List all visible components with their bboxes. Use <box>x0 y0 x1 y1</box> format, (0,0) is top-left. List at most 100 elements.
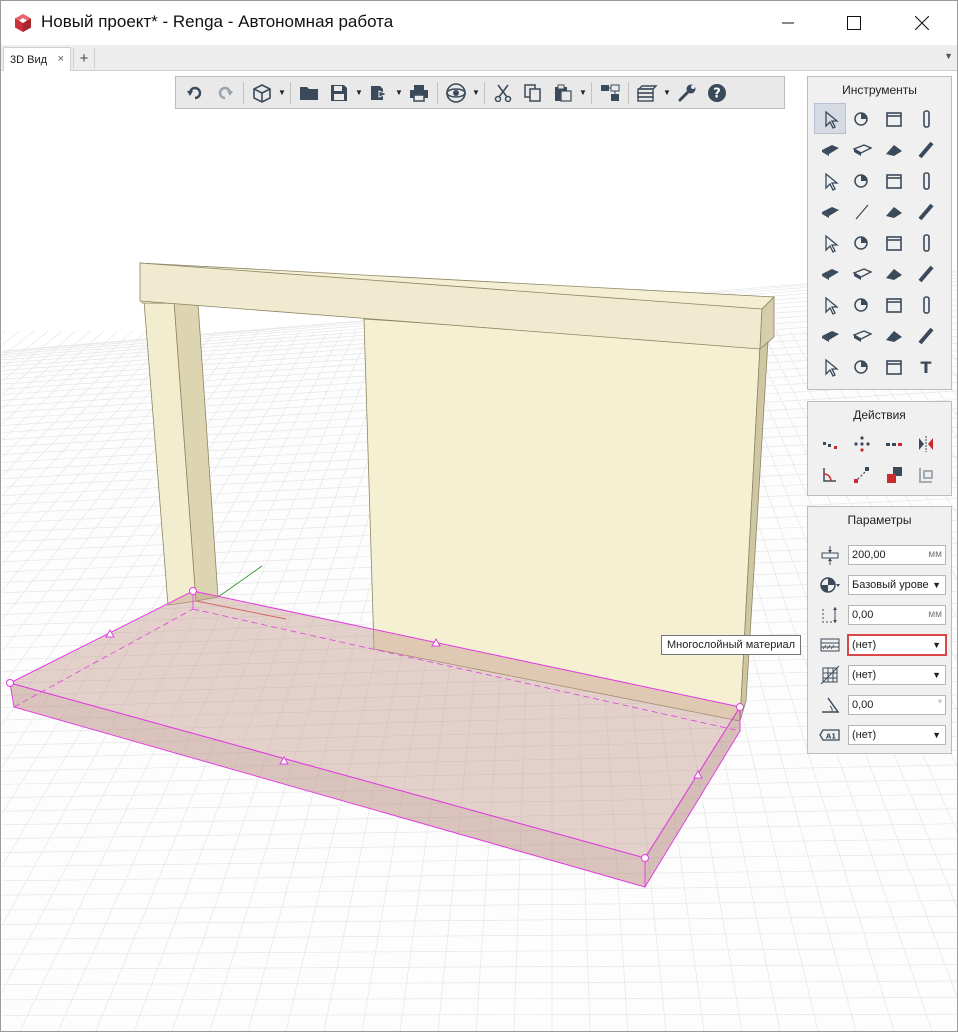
tool-room[interactable] <box>878 103 910 134</box>
tool-electrical-device[interactable] <box>878 289 910 320</box>
properties-button[interactable] <box>595 79 625 107</box>
tool-duct-fitting[interactable] <box>878 227 910 258</box>
view-dropdown-chevron-icon[interactable]: ▼ <box>277 79 287 107</box>
paste-button[interactable] <box>548 79 578 107</box>
tool-wall[interactable] <box>846 134 878 165</box>
view-cube-button[interactable] <box>247 79 277 107</box>
action-move[interactable] <box>814 428 846 459</box>
select-icon <box>825 110 839 129</box>
tool-text[interactable]: T <box>910 351 942 382</box>
tool-plumbing-fixture[interactable] <box>814 227 846 258</box>
electrical-device-icon <box>886 297 902 313</box>
tab-menu-chevron-icon[interactable]: ▼ <box>944 51 953 61</box>
elevator-icon <box>822 330 839 342</box>
close-window-button[interactable] <box>887 1 957 45</box>
action-transform[interactable] <box>910 459 942 490</box>
export-icon <box>371 85 389 100</box>
tool-lighting[interactable] <box>846 289 878 320</box>
tool-equipment[interactable] <box>878 196 910 227</box>
cut-button[interactable] <box>488 79 518 107</box>
tool-annotation[interactable] <box>846 103 878 134</box>
hatch-icon <box>886 359 902 375</box>
tool-duct-segment[interactable] <box>910 258 942 289</box>
style-select[interactable]: (нет) ▼ <box>848 665 946 685</box>
action-rotate[interactable] <box>846 428 878 459</box>
tool-select[interactable] <box>814 103 846 134</box>
tool-opening[interactable] <box>910 320 942 351</box>
copy-button[interactable] <box>518 79 548 107</box>
tool-assembly[interactable] <box>878 320 910 351</box>
add-tab-button[interactable]: + <box>73 48 95 68</box>
tool-mechanical-equipment[interactable] <box>846 227 878 258</box>
redo-button[interactable] <box>210 79 240 107</box>
maximize-button[interactable] <box>819 1 889 45</box>
settings-button[interactable] <box>672 79 702 107</box>
orbit-button[interactable] <box>441 79 471 107</box>
action-split[interactable] <box>878 459 910 490</box>
thickness-input[interactable]: 200,00 мм <box>848 545 946 565</box>
slab-vertex-handle[interactable] <box>736 703 744 711</box>
tab-close-icon[interactable]: × <box>58 53 64 65</box>
offset-input[interactable]: 0,00 мм <box>848 605 946 625</box>
tool-electrical-panel[interactable] <box>910 289 942 320</box>
help-button[interactable]: ? <box>702 79 732 107</box>
action-trim[interactable] <box>814 459 846 490</box>
export-dropdown-chevron-icon[interactable]: ▼ <box>394 79 404 107</box>
text-icon: T <box>921 358 932 377</box>
undo-button[interactable] <box>180 79 210 107</box>
layered-material-select[interactable]: (нет) ▼ <box>847 634 947 656</box>
tab-3d-view[interactable]: 3D Вид × <box>3 47 71 71</box>
tool-pipe[interactable] <box>910 227 942 258</box>
mark-select[interactable]: (нет) ▼ <box>848 725 946 745</box>
style-value: (нет) <box>852 669 877 681</box>
tool-slab[interactable] <box>814 134 846 165</box>
print-button[interactable] <box>404 79 434 107</box>
open-button[interactable] <box>294 79 324 107</box>
tool-pipe-accessory[interactable] <box>814 258 846 289</box>
tool-ramp[interactable] <box>846 165 878 196</box>
tool-dimension[interactable] <box>814 351 846 382</box>
slab-vertex-handle[interactable] <box>189 587 197 595</box>
tool-route[interactable] <box>846 351 878 382</box>
tool-door[interactable] <box>878 165 910 196</box>
export-button[interactable] <box>364 79 394 107</box>
tool-element[interactable] <box>846 320 878 351</box>
tool-roof[interactable] <box>878 134 910 165</box>
paste-dropdown-chevron-icon[interactable]: ▼ <box>578 79 588 107</box>
railing-icon <box>822 206 839 218</box>
action-copy-array[interactable] <box>878 428 910 459</box>
tool-pipe-fitting[interactable] <box>878 258 910 289</box>
transform-icon <box>919 467 933 483</box>
tool-stairs[interactable] <box>814 165 846 196</box>
tool-hatch[interactable] <box>878 351 910 382</box>
action-align[interactable] <box>846 459 878 490</box>
layers-dropdown-chevron-icon[interactable]: ▼ <box>662 79 672 107</box>
level-select[interactable]: Базовый урове ▼ <box>848 575 946 595</box>
tool-railing[interactable] <box>814 196 846 227</box>
layers-button[interactable] <box>632 79 662 107</box>
door-icon <box>886 173 902 189</box>
tool-duct-accessory[interactable] <box>846 258 878 289</box>
save-dropdown-chevron-icon[interactable]: ▼ <box>354 79 364 107</box>
offset-icon <box>818 604 842 626</box>
minimize-button[interactable] <box>753 1 823 45</box>
tool-beam[interactable] <box>910 134 942 165</box>
angle-input[interactable]: 0,00 ° <box>848 695 946 715</box>
properties-icon <box>601 84 620 101</box>
svg-text:T: T <box>921 358 932 377</box>
orbit-dropdown-chevron-icon[interactable]: ▼ <box>471 79 481 107</box>
tool-electrical[interactable] <box>814 289 846 320</box>
svg-text:A1: A1 <box>826 733 836 741</box>
tool-column[interactable] <box>910 103 942 134</box>
save-button[interactable] <box>324 79 354 107</box>
action-mirror[interactable] <box>910 428 942 459</box>
chevron-down-icon: ▼ <box>932 640 941 650</box>
slab-vertex-handle[interactable] <box>641 854 649 862</box>
slab-vertex-handle[interactable] <box>6 679 14 687</box>
tool-elevator[interactable] <box>814 320 846 351</box>
tool-line[interactable] <box>846 196 878 227</box>
level-icon <box>818 574 842 596</box>
tool-duct[interactable] <box>910 196 942 227</box>
tool-window[interactable] <box>910 165 942 196</box>
duct-fitting-icon <box>886 235 902 251</box>
